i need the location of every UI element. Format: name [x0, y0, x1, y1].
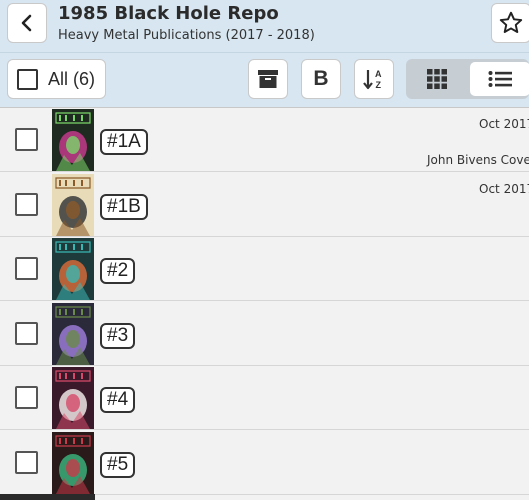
- cover-thumbnail[interactable]: [52, 431, 94, 494]
- svg-text:A: A: [375, 69, 382, 79]
- grid-view-icon: [427, 69, 447, 89]
- cover-thumbnail[interactable]: [52, 302, 94, 365]
- series-title: 1985 Black Hole Repo: [58, 3, 279, 24]
- list-view-icon: [488, 71, 512, 87]
- bold-filter-button[interactable]: B: [301, 59, 341, 99]
- view-mode-toggle: [406, 59, 529, 99]
- svg-text:Z: Z: [376, 80, 382, 90]
- select-all-checkbox[interactable]: [17, 69, 38, 90]
- issue-row[interactable]: #5: [0, 430, 529, 495]
- chevron-left-icon: [21, 14, 32, 32]
- issue-row[interactable]: #3: [0, 301, 529, 366]
- cover-thumbnail[interactable]: [52, 173, 94, 236]
- cover-thumbnail[interactable]: [52, 238, 94, 300]
- list-view-button[interactable]: [470, 62, 529, 96]
- sort-az-icon: A Z: [363, 69, 382, 90]
- issue-row[interactable]: #4: [0, 366, 529, 430]
- issue-checkbox[interactable]: [15, 192, 38, 216]
- issue-checkbox[interactable]: [15, 128, 38, 151]
- scroll-indicator: [0, 494, 95, 500]
- issue-number-badge: #2: [100, 258, 136, 284]
- issue-checkbox[interactable]: [15, 450, 38, 474]
- toolbar: All (6) B A Z: [0, 52, 529, 108]
- sort-button[interactable]: A Z: [354, 59, 394, 99]
- select-all-label: All (6): [48, 69, 96, 89]
- cover-thumbnail[interactable]: [52, 109, 94, 171]
- issue-checkbox[interactable]: [15, 386, 38, 409]
- archive-icon: [258, 70, 278, 88]
- cover-thumbnail[interactable]: [52, 367, 94, 429]
- favorite-button[interactable]: [491, 3, 529, 43]
- issue-checkbox[interactable]: [15, 321, 38, 345]
- issue-checkbox[interactable]: [15, 257, 38, 280]
- bold-filter-label: B: [313, 67, 329, 90]
- star-outline-icon: [499, 11, 523, 33]
- series-publisher: Heavy Metal Publications (2017 - 2018): [58, 28, 315, 43]
- issue-number-badge: #3: [100, 322, 136, 349]
- release-date: Oct 2017: [479, 117, 529, 131]
- issue-number-badge: #5: [100, 451, 136, 478]
- issue-row[interactable]: #2: [0, 237, 529, 301]
- issue-number-badge: #1A: [100, 129, 148, 155]
- select-all-button[interactable]: All (6): [7, 59, 106, 99]
- issue-number-badge: #1B: [100, 193, 148, 220]
- issue-number-badge: #4: [100, 387, 136, 413]
- issue-row[interactable]: #1B Oct 2017: [0, 172, 529, 237]
- release-date: Oct 2017: [479, 181, 529, 196]
- issue-row[interactable]: #1A Oct 2017 John Bivens Cover: [0, 108, 529, 172]
- back-button[interactable]: [7, 3, 47, 43]
- archive-button[interactable]: [248, 59, 288, 99]
- variant-credit: John Bivens Cover: [427, 153, 529, 167]
- app-header: 1985 Black Hole Repo Heavy Metal Publica…: [0, 0, 529, 52]
- grid-view-button[interactable]: [406, 59, 468, 99]
